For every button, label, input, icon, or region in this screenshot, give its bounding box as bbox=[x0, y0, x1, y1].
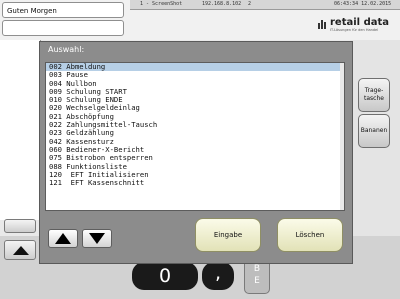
logo-tagline: IT-Lösungen für den Handel bbox=[330, 28, 379, 32]
arrow-down-icon bbox=[89, 233, 105, 244]
scroll-up-button[interactable] bbox=[48, 229, 78, 248]
status-strip: 1 - ScreenShot 192.168.8.102 2 06:43:34 … bbox=[130, 0, 400, 10]
enter-button[interactable]: Eingabe bbox=[195, 218, 261, 252]
logo-grid-icon bbox=[318, 19, 328, 29]
status-datetime: 06:43:34 12.02.2015 bbox=[334, 1, 392, 7]
greeting-field: Guten Morgen bbox=[2, 2, 124, 18]
function-list[interactable]: 002 Abmeldung 003 Pause 004 Nullbon 009 Sch… bbox=[45, 62, 345, 211]
keypad-key-comma[interactable]: , bbox=[202, 262, 234, 290]
scroll-down-button[interactable] bbox=[82, 229, 112, 248]
retail-data-logo: retail data IT-Lösungen für den Handel bbox=[318, 16, 398, 34]
function-button[interactable] bbox=[4, 219, 36, 233]
list-scrollbar[interactable] bbox=[340, 63, 344, 210]
dialog-title: Auswahl: bbox=[48, 45, 85, 54]
selection-dialog: Auswahl: 002 Abmeldung 003 Pause 004 Nullb… bbox=[39, 41, 353, 264]
status-ip: 192.168.8.102 bbox=[202, 1, 242, 7]
function-list-items: 002 Abmeldung 003 Pause 004 Nullbon 009 Sch… bbox=[46, 63, 344, 187]
article-button-tragetasche[interactable]: Trage- tasche bbox=[358, 78, 390, 112]
keypad-key-zero[interactable]: 0 bbox=[132, 262, 198, 290]
article-button-bananen[interactable]: Bananen bbox=[358, 114, 390, 148]
list-item[interactable]: 002 Abmeldung bbox=[46, 63, 344, 72]
status-terminal: 2 bbox=[248, 1, 252, 7]
status-screen: 1 - ScreenShot bbox=[140, 1, 183, 7]
arrow-up-icon bbox=[55, 233, 71, 244]
delete-button[interactable]: Löschen bbox=[277, 218, 343, 252]
info-field bbox=[2, 20, 124, 36]
receipt-panel bbox=[0, 40, 41, 220]
logo-name: retail data bbox=[330, 17, 390, 28]
list-item[interactable]: 121 EFT Kassenschnitt bbox=[46, 178, 344, 187]
scroll-up-button-bg[interactable] bbox=[4, 240, 36, 260]
